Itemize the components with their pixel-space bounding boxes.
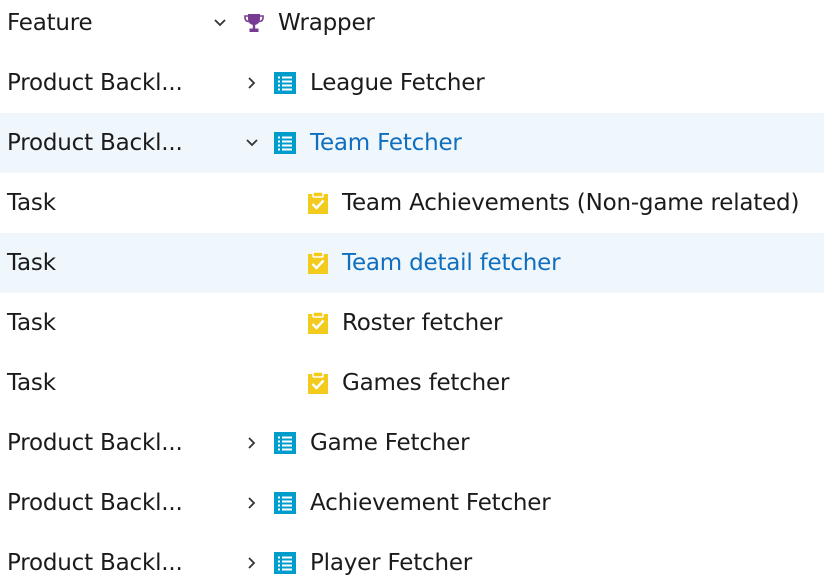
backlog-item-icon (274, 432, 296, 454)
tree-row-team-achievements[interactable]: Task Team Achievements (Non-game related… (0, 173, 824, 233)
work-item-title[interactable]: Game Fetcher (310, 430, 470, 456)
tree-row-achievement-fetcher[interactable]: Product Backl... Achievement Fetcher (0, 473, 824, 533)
task-clipboard-icon (308, 311, 328, 334)
tree-row-team-detail-fetcher[interactable]: Task Team detail fetcher (0, 233, 824, 293)
work-item-title[interactable]: Achievement Fetcher (310, 490, 551, 516)
backlog-item-icon (274, 72, 296, 94)
work-item-title[interactable]: Games fetcher (342, 370, 509, 396)
backlog-item-icon (274, 552, 296, 574)
tree-row-player-fetcher[interactable]: Product Backl... Player Fetcher (0, 533, 824, 582)
task-clipboard-icon (308, 191, 328, 214)
work-item-type: Task (7, 370, 56, 396)
work-item-type: Product Backl... (7, 550, 183, 576)
backlog-item-icon (274, 132, 296, 154)
work-item-title[interactable]: Player Fetcher (310, 550, 472, 576)
tree-row-games-fetcher[interactable]: Task Games fetcher (0, 353, 824, 413)
work-item-type: Product Backl... (7, 490, 183, 516)
chevron-right-icon[interactable] (243, 554, 261, 572)
chevron-down-icon[interactable] (211, 14, 229, 32)
work-item-type: Product Backl... (7, 70, 183, 96)
work-item-type: Feature (7, 10, 93, 36)
tree-row-roster-fetcher[interactable]: Task Roster fetcher (0, 293, 824, 353)
tree-row-wrapper[interactable]: Feature Wrapper (0, 0, 824, 53)
work-item-type: Product Backl... (7, 130, 183, 156)
work-item-type: Product Backl... (7, 430, 183, 456)
work-item-title[interactable]: Team Fetcher (310, 130, 462, 156)
task-clipboard-icon (308, 251, 328, 274)
work-item-title[interactable]: Team detail fetcher (342, 250, 561, 276)
trophy-icon (244, 14, 264, 32)
chevron-right-icon[interactable] (243, 434, 261, 452)
tree-row-league-fetcher[interactable]: Product Backl... League Fetcher (0, 53, 824, 113)
task-clipboard-icon (308, 371, 328, 394)
work-item-type: Task (7, 190, 56, 216)
tree-row-game-fetcher[interactable]: Product Backl... Game Fetcher (0, 413, 824, 473)
work-item-title[interactable]: League Fetcher (310, 70, 485, 96)
work-item-title[interactable]: Team Achievements (Non-game related) (342, 190, 799, 216)
work-item-title[interactable]: Roster fetcher (342, 310, 502, 336)
tree-row-team-fetcher[interactable]: Product Backl... Team Fetcher (0, 113, 824, 173)
backlog-item-icon (274, 492, 296, 514)
work-items-tree: Feature Wrapper Product Backl... League … (0, 0, 824, 582)
chevron-right-icon[interactable] (243, 494, 261, 512)
work-item-type: Task (7, 250, 56, 276)
chevron-down-icon[interactable] (243, 134, 261, 152)
chevron-right-icon[interactable] (243, 74, 261, 92)
work-item-type: Task (7, 310, 56, 336)
work-item-title[interactable]: Wrapper (278, 10, 375, 36)
